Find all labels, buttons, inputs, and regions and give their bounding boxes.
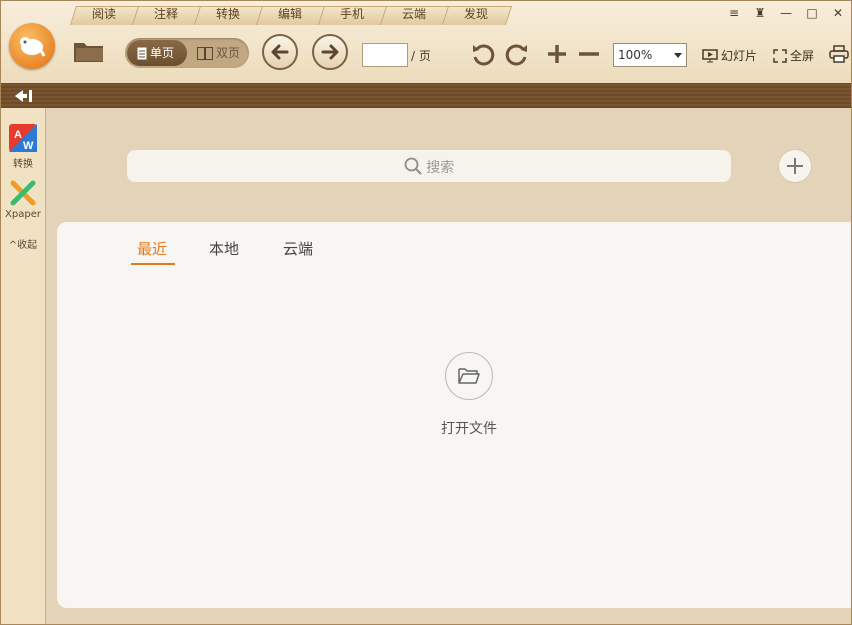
chevron-down-icon: [674, 53, 682, 58]
slideshow-button[interactable]: 幻灯片: [702, 47, 757, 64]
sidebar-item-convert[interactable]: A W 转换: [1, 124, 45, 170]
xpaper-icon: [10, 180, 36, 206]
slideshow-icon: [702, 48, 718, 62]
window-controls: ≡ ♜ — □ ✕: [727, 5, 845, 21]
zoom-select[interactable]: 100%: [613, 43, 687, 67]
zoom-out-button[interactable]: [576, 41, 602, 67]
fullscreen-button[interactable]: 全屏: [773, 47, 814, 64]
fullscreen-label: 全屏: [790, 49, 815, 63]
file-panel: 最近 本地 云端 打开文件: [57, 222, 851, 608]
open-file-button[interactable]: [445, 352, 493, 400]
menu-tabs: 阅读 注释 转换 编辑 手机 云端 发现: [73, 3, 507, 25]
rotate-cw-icon: [505, 44, 527, 66]
double-page-icon: [197, 47, 213, 60]
printer-icon: [829, 45, 849, 63]
folder-open-icon: [458, 368, 480, 384]
filter-icon[interactable]: ≡: [727, 5, 741, 21]
zoom-in-button[interactable]: [544, 41, 570, 67]
search-input[interactable]: 搜索: [127, 150, 731, 182]
sidebar-header-bar: [1, 83, 851, 108]
double-page-label: 双页: [216, 46, 241, 60]
previous-page-button[interactable]: [262, 34, 298, 70]
skin-icon[interactable]: ♜: [753, 5, 767, 21]
minus-icon: [579, 52, 599, 56]
search-icon: [404, 157, 422, 175]
active-tab-underline: [131, 263, 175, 265]
app-window: 阅读 注释 转换 编辑 手机 云端 发现 ≡ ♜ — □ ✕ 单页 双页 / 页…: [0, 0, 852, 625]
tab-cloud-files[interactable]: 云端: [283, 238, 313, 259]
page-number-input[interactable]: [362, 43, 408, 67]
tab-mobile[interactable]: 手机: [321, 3, 383, 25]
single-page-button[interactable]: 单页: [127, 40, 187, 66]
svg-text:W: W: [23, 140, 34, 152]
tab-recent[interactable]: 最近: [137, 238, 167, 259]
tab-read[interactable]: 阅读: [73, 3, 135, 25]
plus-icon: [787, 158, 803, 174]
toolbar: 阅读 注释 转换 编辑 手机 云端 发现 ≡ ♜ — □ ✕ 单页 双页 / 页…: [1, 1, 851, 84]
rotate-right-button[interactable]: [504, 41, 530, 67]
sidebar-collapse-link[interactable]: ^收起: [1, 236, 45, 251]
arrow-bar-left-icon: [15, 90, 32, 102]
open-folder-button[interactable]: [73, 39, 105, 63]
view-mode-toggle: 单页 双页: [125, 38, 249, 68]
minimize-icon[interactable]: —: [779, 5, 793, 21]
sidebar-item-label: Xpaper: [5, 209, 41, 220]
search-placeholder: 搜索: [426, 160, 455, 176]
page-total-label: / 页: [411, 49, 431, 63]
main-content: 搜索 最近 本地 云端 打开文件: [46, 108, 851, 624]
close-icon[interactable]: ✕: [831, 5, 845, 21]
tab-discover[interactable]: 发现: [445, 3, 507, 25]
tab-edit[interactable]: 编辑: [259, 3, 321, 25]
fullscreen-icon: [773, 48, 787, 63]
arrow-right-icon: [321, 44, 339, 60]
next-page-button[interactable]: [312, 34, 348, 70]
double-page-button[interactable]: 双页: [191, 40, 247, 66]
tab-annotate[interactable]: 注释: [135, 3, 197, 25]
rotate-ccw-icon: [473, 44, 495, 66]
folder-icon: [74, 43, 103, 62]
tab-local[interactable]: 本地: [209, 238, 239, 259]
single-page-label: 单页: [150, 46, 175, 60]
add-button[interactable]: [779, 150, 811, 182]
arrow-left-icon: [271, 44, 289, 60]
sidebar-item-xpaper[interactable]: Xpaper: [1, 180, 45, 220]
sidebar-item-label: 转换: [13, 159, 33, 170]
left-sidebar: A W 转换 Xpaper ^收起: [1, 108, 46, 624]
maximize-icon[interactable]: □: [805, 5, 819, 21]
tab-cloud[interactable]: 云端: [383, 3, 445, 25]
app-logo[interactable]: [9, 23, 55, 69]
tab-convert[interactable]: 转换: [197, 3, 259, 25]
svg-text:A: A: [14, 129, 22, 141]
collapse-sidebar-button[interactable]: [13, 88, 33, 104]
pdf-to-word-icon: A W: [9, 124, 37, 152]
slideshow-label: 幻灯片: [721, 49, 758, 63]
single-page-icon: [137, 47, 147, 60]
rotate-left-button[interactable]: [470, 41, 496, 67]
open-file-label[interactable]: 打开文件: [417, 418, 521, 438]
plus-icon: [548, 45, 566, 63]
print-button[interactable]: [829, 45, 849, 65]
zoom-value: 100%: [618, 48, 653, 62]
search-placeholder-wrap: 搜索: [127, 157, 731, 177]
